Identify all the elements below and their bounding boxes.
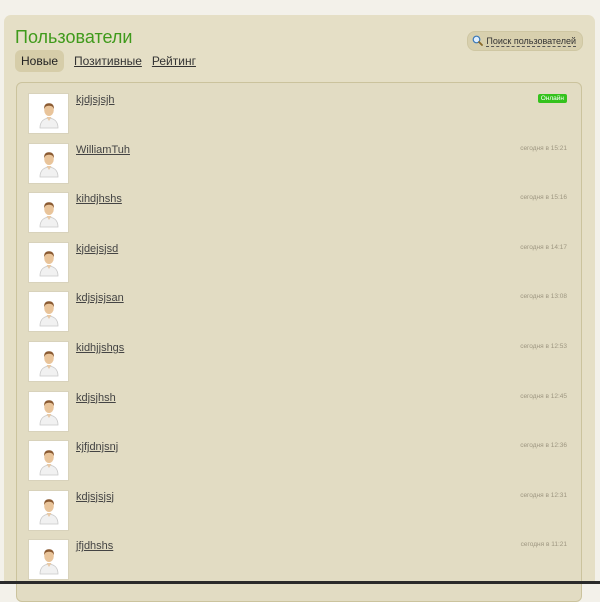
user-row: kjdejsjsd сегодня в 14:17 [17, 232, 581, 282]
last-seen-time: сегодня в 13:08 [520, 293, 567, 300]
avatar-icon [37, 297, 61, 327]
online-badge: Онлайн [538, 94, 567, 103]
tab-new[interactable]: Новые [15, 50, 64, 72]
user-row: kdjsjsjsj сегодня в 12:31 [17, 480, 581, 530]
user-name-link[interactable]: kjdejsjsd [76, 243, 118, 255]
user-row: kjdjsjsjh Онлайн [17, 83, 581, 133]
last-seen-time: сегодня в 12:36 [520, 442, 567, 449]
user-avatar[interactable] [28, 143, 69, 184]
user-name-link[interactable]: jfjdhshs [76, 540, 113, 552]
user-row: WilliamTuh сегодня в 15:21 [17, 133, 581, 183]
users-list: kjdjsjsjh Онлайн WilliamTuh сегодня в 15:21… [16, 82, 582, 602]
avatar-icon [37, 148, 61, 178]
last-seen-time: сегодня в 15:21 [520, 145, 567, 152]
user-avatar[interactable] [28, 341, 69, 382]
avatar-icon [37, 247, 61, 277]
user-avatar[interactable] [28, 242, 69, 283]
user-name-link[interactable]: kjfjdnjsnj [76, 441, 118, 453]
avatar-icon [37, 495, 61, 525]
user-avatar[interactable] [28, 192, 69, 233]
last-seen-time: сегодня в 12:31 [520, 492, 567, 499]
last-seen-time: сегодня в 15:16 [520, 194, 567, 201]
avatar-icon [37, 446, 61, 476]
user-avatar[interactable] [28, 440, 69, 481]
user-row: kihdjhshs сегодня в 15:16 [17, 182, 581, 232]
user-avatar[interactable] [28, 93, 69, 134]
user-avatar[interactable] [28, 291, 69, 332]
user-avatar[interactable] [28, 490, 69, 531]
avatar-icon [37, 545, 61, 575]
user-avatar[interactable] [28, 539, 69, 580]
user-name-link[interactable]: kdjsjhsh [76, 392, 116, 404]
user-name-link[interactable]: kjdjsjsjh [76, 94, 115, 106]
last-seen-time: сегодня в 12:53 [520, 343, 567, 350]
user-name-link[interactable]: kihdjhshs [76, 193, 122, 205]
last-seen-time: сегодня в 12:45 [520, 393, 567, 400]
last-seen-time: сегодня в 14:17 [520, 244, 567, 251]
user-row: kdjsjsjsan сегодня в 13:08 [17, 281, 581, 331]
user-filter-tabs: Новые Позитивные Рейтинг [15, 50, 201, 72]
avatar-icon [37, 396, 61, 426]
user-name-link[interactable]: kidhjjshgs [76, 342, 124, 354]
user-avatar[interactable] [28, 391, 69, 432]
tab-rating[interactable]: Рейтинг [147, 50, 201, 72]
avatar-icon [37, 99, 61, 129]
user-row: kdjsjhsh сегодня в 12:45 [17, 381, 581, 431]
user-name-link[interactable]: WilliamTuh [76, 144, 130, 156]
user-name-link[interactable]: kdjsjsjsj [76, 491, 114, 503]
search-users-button[interactable]: Поиск пользователей [467, 31, 583, 51]
tab-positive[interactable]: Позитивные [69, 50, 147, 72]
user-row: kidhjjshgs сегодня в 12:53 [17, 331, 581, 381]
search-icon [472, 35, 483, 48]
avatar-icon [37, 198, 61, 228]
users-page: Пользователи Поиск пользователей Новые П… [4, 15, 595, 584]
avatar-icon [37, 347, 61, 377]
user-name-link[interactable]: kdjsjsjsan [76, 292, 124, 304]
last-seen-time: сегодня в 11:21 [521, 541, 567, 548]
user-row: kjfjdnjsnj сегодня в 12:36 [17, 430, 581, 480]
page-title: Пользователи [15, 27, 132, 48]
user-row: jfjdhshs сегодня в 11:21 [17, 529, 581, 579]
search-users-label: Поиск пользователей [486, 36, 576, 47]
